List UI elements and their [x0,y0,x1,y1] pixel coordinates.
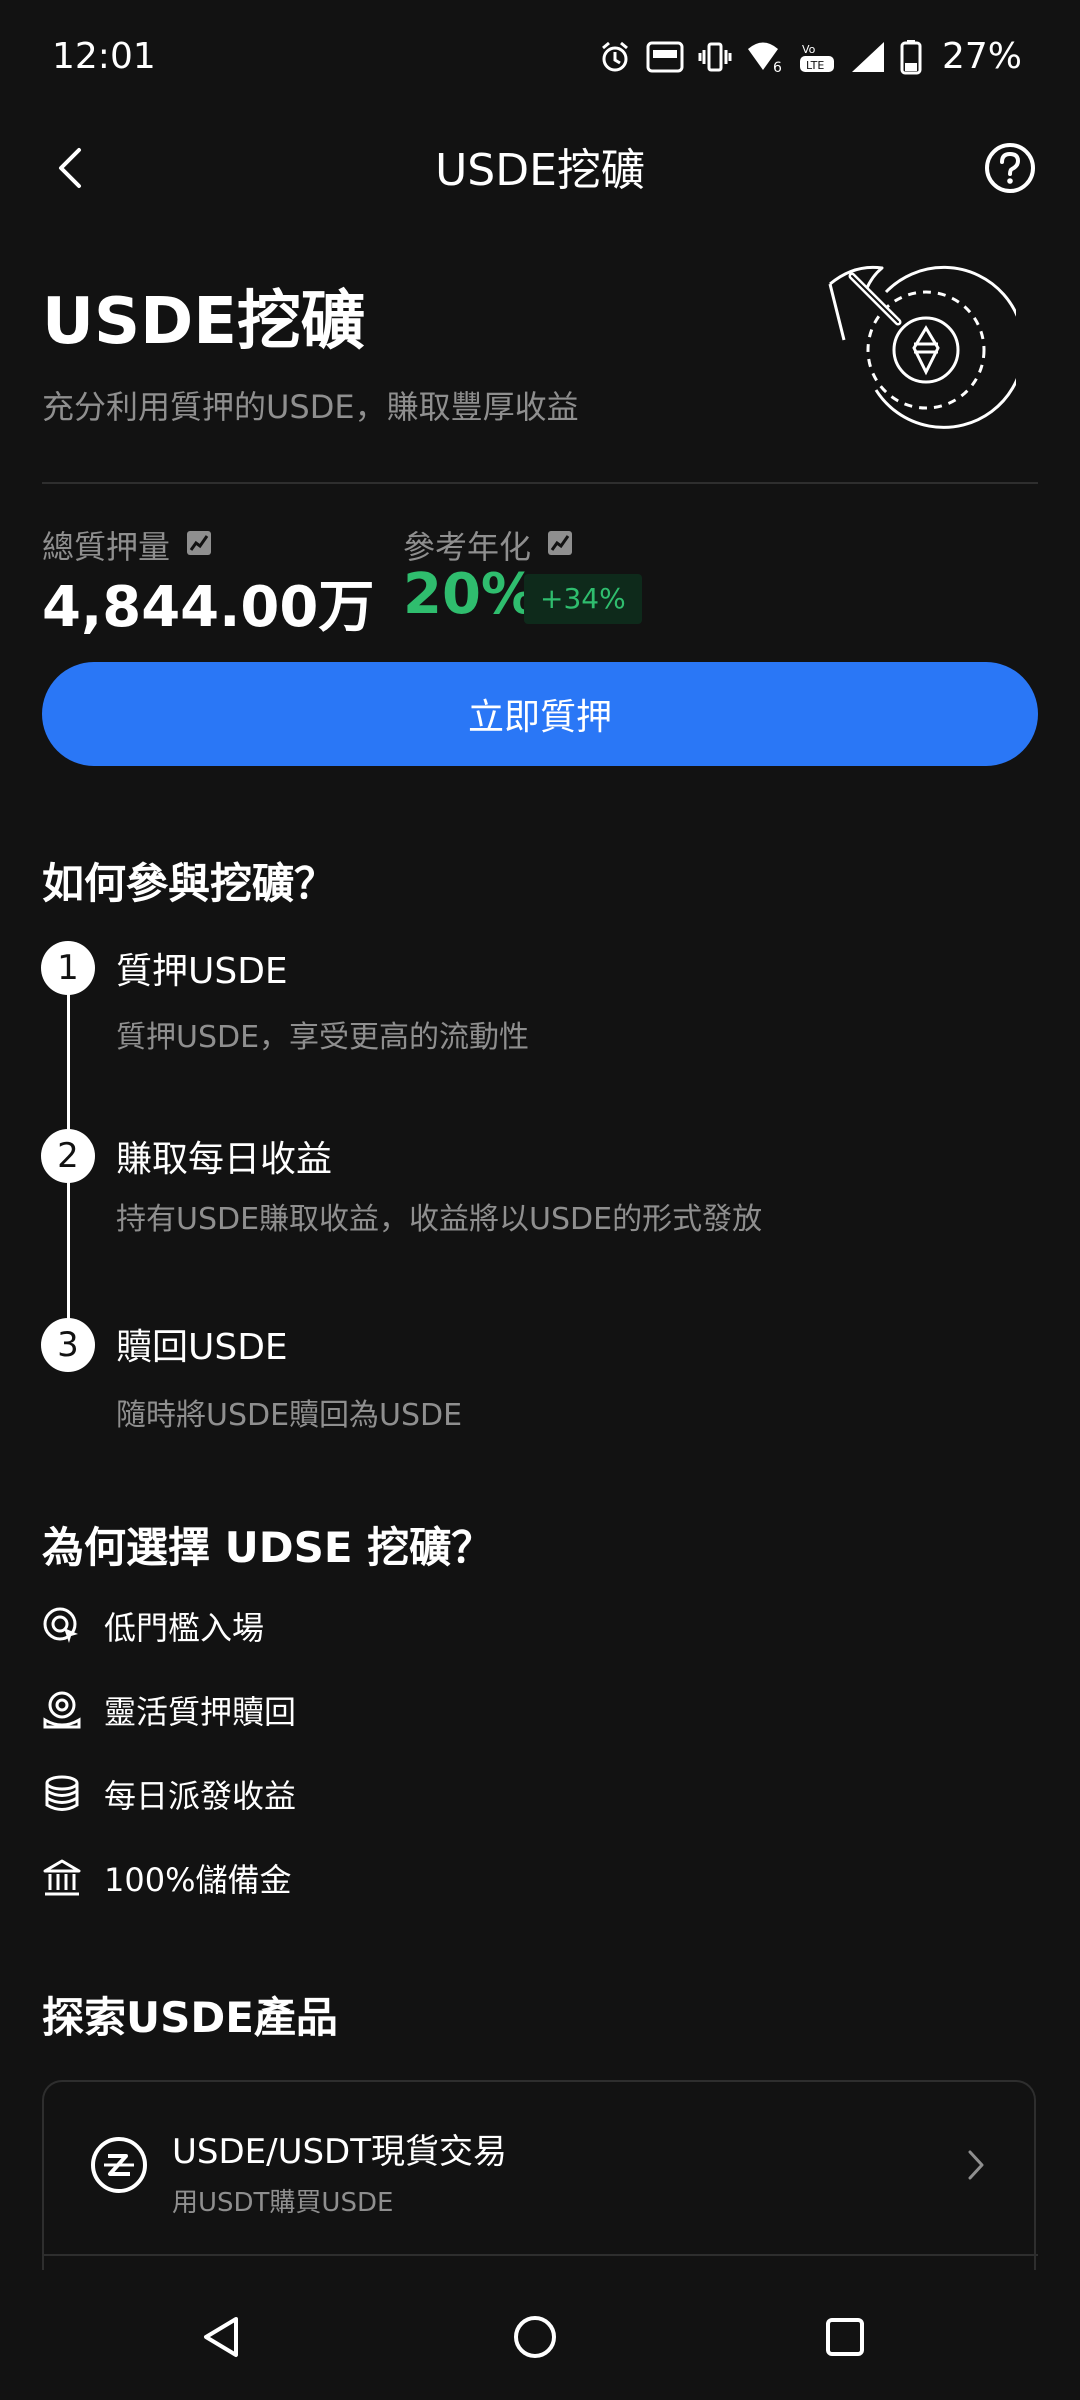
auto-hz-icon [646,40,684,74]
card-divider [44,2254,1038,2256]
status-bar: 12:01 6 LTE Vo 27% [0,0,1080,120]
hero-subtitle: 充分利用質押的USDE，賺取豐厚收益 [42,388,579,426]
why-section-title: 為何選擇 UDSE 挖礦？ [42,1523,494,1572]
divider [42,482,1038,484]
stake-now-button[interactable]: 立即質押 [42,662,1038,766]
why-item-label: 每日派發收益 [104,1777,297,1815]
apr-value: 20% [403,562,538,627]
why-item-label: 100%儲備金 [104,1861,292,1899]
home-circle-icon [514,2316,556,2358]
svg-text:Vo: Vo [802,43,816,56]
step-number: 2 [41,1129,95,1183]
explore-section-title: 探索USDE產品 [42,1993,338,2042]
step-number: 3 [41,1318,95,1372]
mini-chart-icon[interactable] [547,526,573,564]
battery-percent: 27% [941,36,1022,77]
nav-header: USDE挖礦 [0,120,1080,210]
step-number: 1 [41,941,95,995]
wifi-6-icon: 6 [746,40,784,74]
help-button[interactable] [980,138,1040,198]
alarm-icon [598,40,632,74]
pickaxe-coin-icon [826,262,1026,442]
system-nav-bar [0,2270,1080,2400]
nav-back-button[interactable] [186,2302,256,2372]
nav-home-button[interactable] [500,2302,570,2372]
step-title: 質押USDE [116,951,288,992]
bank-icon [42,1858,82,1898]
hero-title: USDE挖礦 [42,285,365,359]
product-title: USDE/USDT現貨交易 [172,2132,508,2172]
recents-square-icon [826,2318,864,2356]
page-title: USDE挖礦 [435,145,645,196]
nav-recents-button[interactable] [810,2302,880,2372]
why-item: 靈活質押贖回 [42,1682,296,1738]
step-description: 質押USDE，享受更高的流動性 [116,1020,530,1055]
usde-logo-icon [90,2136,148,2194]
svg-text:LTE: LTE [806,59,824,72]
question-circle-icon [985,143,1035,193]
svg-text:6: 6 [773,60,782,74]
coin-stack-icon [42,1774,82,1814]
how-section-title: 如何參與挖礦？ [42,859,337,908]
target-cursor-icon [42,1606,82,1646]
battery-icon [900,39,922,75]
why-item: 每日派發收益 [42,1766,296,1822]
status-icons: 6 LTE Vo 27% [598,36,1022,77]
volte-icon: LTE Vo [798,40,836,74]
step-title: 贖回USDE [116,1327,288,1368]
mini-chart-icon[interactable] [186,526,212,564]
chevron-right-icon [966,2148,986,2186]
why-item-label: 靈活質押贖回 [104,1693,297,1731]
step-description: 持有USDE賺取收益，收益將以USDE的形式發放 [116,1202,763,1237]
signal-icon [850,40,886,74]
apr-change-badge: +34% [524,574,642,624]
step-title: 賺取每日收益 [116,1139,333,1180]
why-item: 100%儲備金 [42,1850,292,1906]
why-item: 低門檻入場 [42,1598,264,1654]
total-staked-value: 4,844.00万 [42,575,375,640]
why-item-label: 低門檻入場 [104,1609,265,1647]
status-time: 12:01 [52,36,156,77]
vibrate-icon [698,40,732,74]
step-description: 隨時將USDE贖回為USDE [116,1398,463,1433]
coin-hand-icon [42,1690,82,1730]
back-triangle-icon [204,2317,238,2357]
product-subtitle: 用USDT購買USDE [172,2188,394,2218]
